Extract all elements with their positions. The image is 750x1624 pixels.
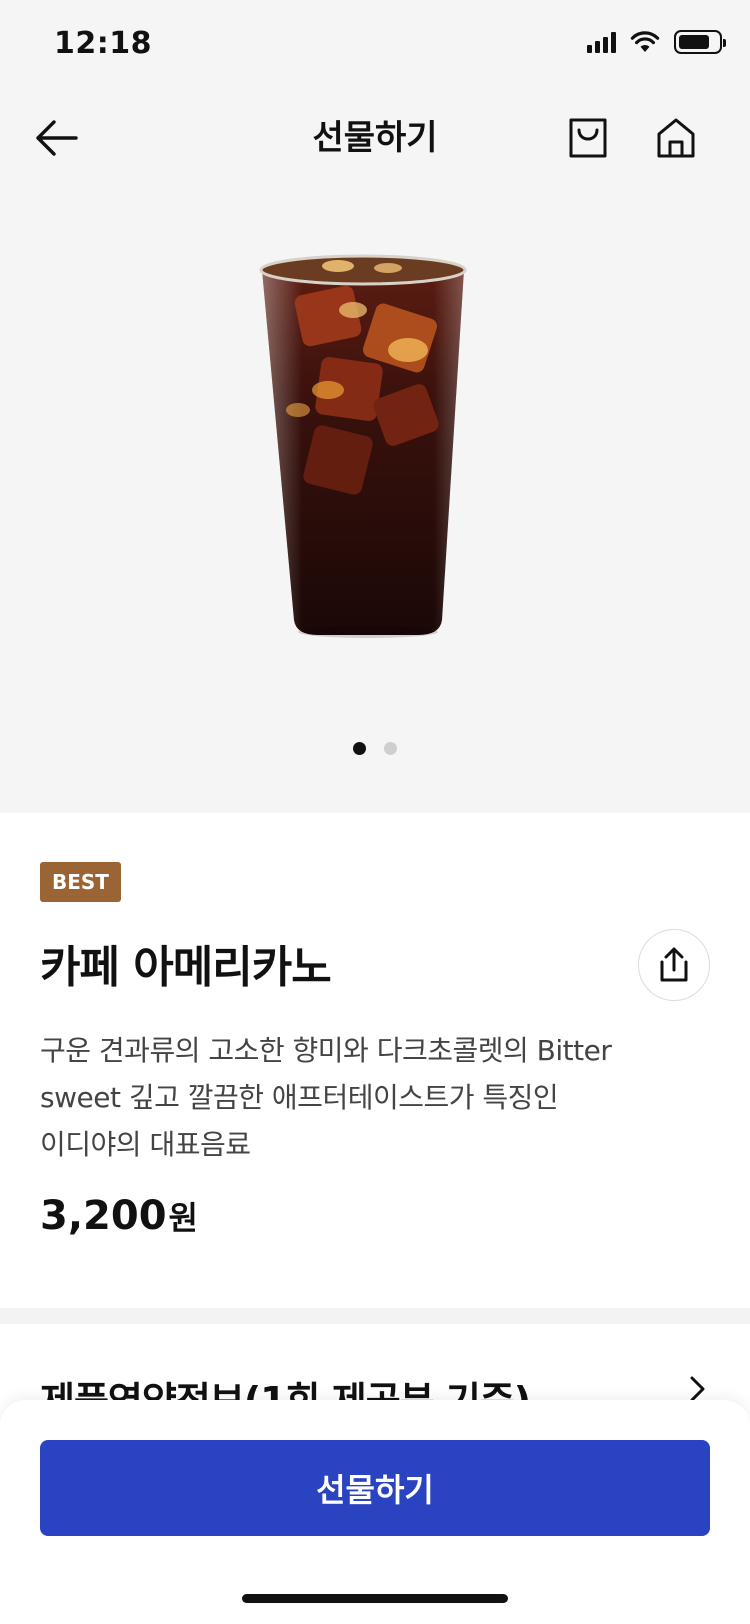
gift-button[interactable]: 선물하기	[40, 1440, 710, 1536]
share-button[interactable]	[638, 929, 710, 1001]
cart-button[interactable]	[558, 108, 618, 168]
page-title: 선물하기	[312, 118, 438, 158]
description-line: 이디야의 대표음료	[40, 1128, 251, 1161]
bottom-action-sheet: 선물하기	[0, 1400, 750, 1624]
status-icons	[587, 30, 726, 54]
cellular-signal-icon	[587, 31, 616, 53]
description-line: 구운 견과류의 고소한 향미와 다크초콜렛의 Bitter	[40, 1034, 612, 1067]
navigation-bar: 선물하기	[0, 90, 750, 190]
price-value: 3,200	[40, 1193, 167, 1239]
home-icon	[657, 118, 695, 158]
status-bar: 12:18	[0, 0, 750, 90]
carousel-dot-active[interactable]	[353, 742, 366, 755]
battery-icon	[674, 30, 726, 54]
wifi-icon	[630, 31, 660, 52]
product-name: 카페 아메리카노	[40, 942, 332, 993]
price-unit: 원	[168, 1199, 198, 1237]
product-price: 3,200 원	[40, 1193, 198, 1239]
carousel-dot[interactable]	[384, 742, 397, 755]
home-indicator[interactable]	[242, 1594, 508, 1603]
best-badge: BEST	[40, 862, 121, 902]
iced-americano-image	[259, 254, 467, 638]
shopping-bag-icon	[569, 118, 607, 158]
section-divider	[0, 1308, 750, 1324]
home-button[interactable]	[646, 108, 706, 168]
description-line: sweet 깊고 깔끔한 애프터테이스트가 특징인	[40, 1081, 559, 1114]
carousel-pagination	[0, 742, 750, 755]
product-description: 구운 견과류의 고소한 향미와 다크초콜렛의 Bitter sweet 깊고 깔…	[40, 1027, 680, 1168]
share-icon	[660, 947, 688, 982]
product-image-carousel[interactable]	[0, 190, 750, 813]
status-time: 12:18	[54, 26, 152, 61]
